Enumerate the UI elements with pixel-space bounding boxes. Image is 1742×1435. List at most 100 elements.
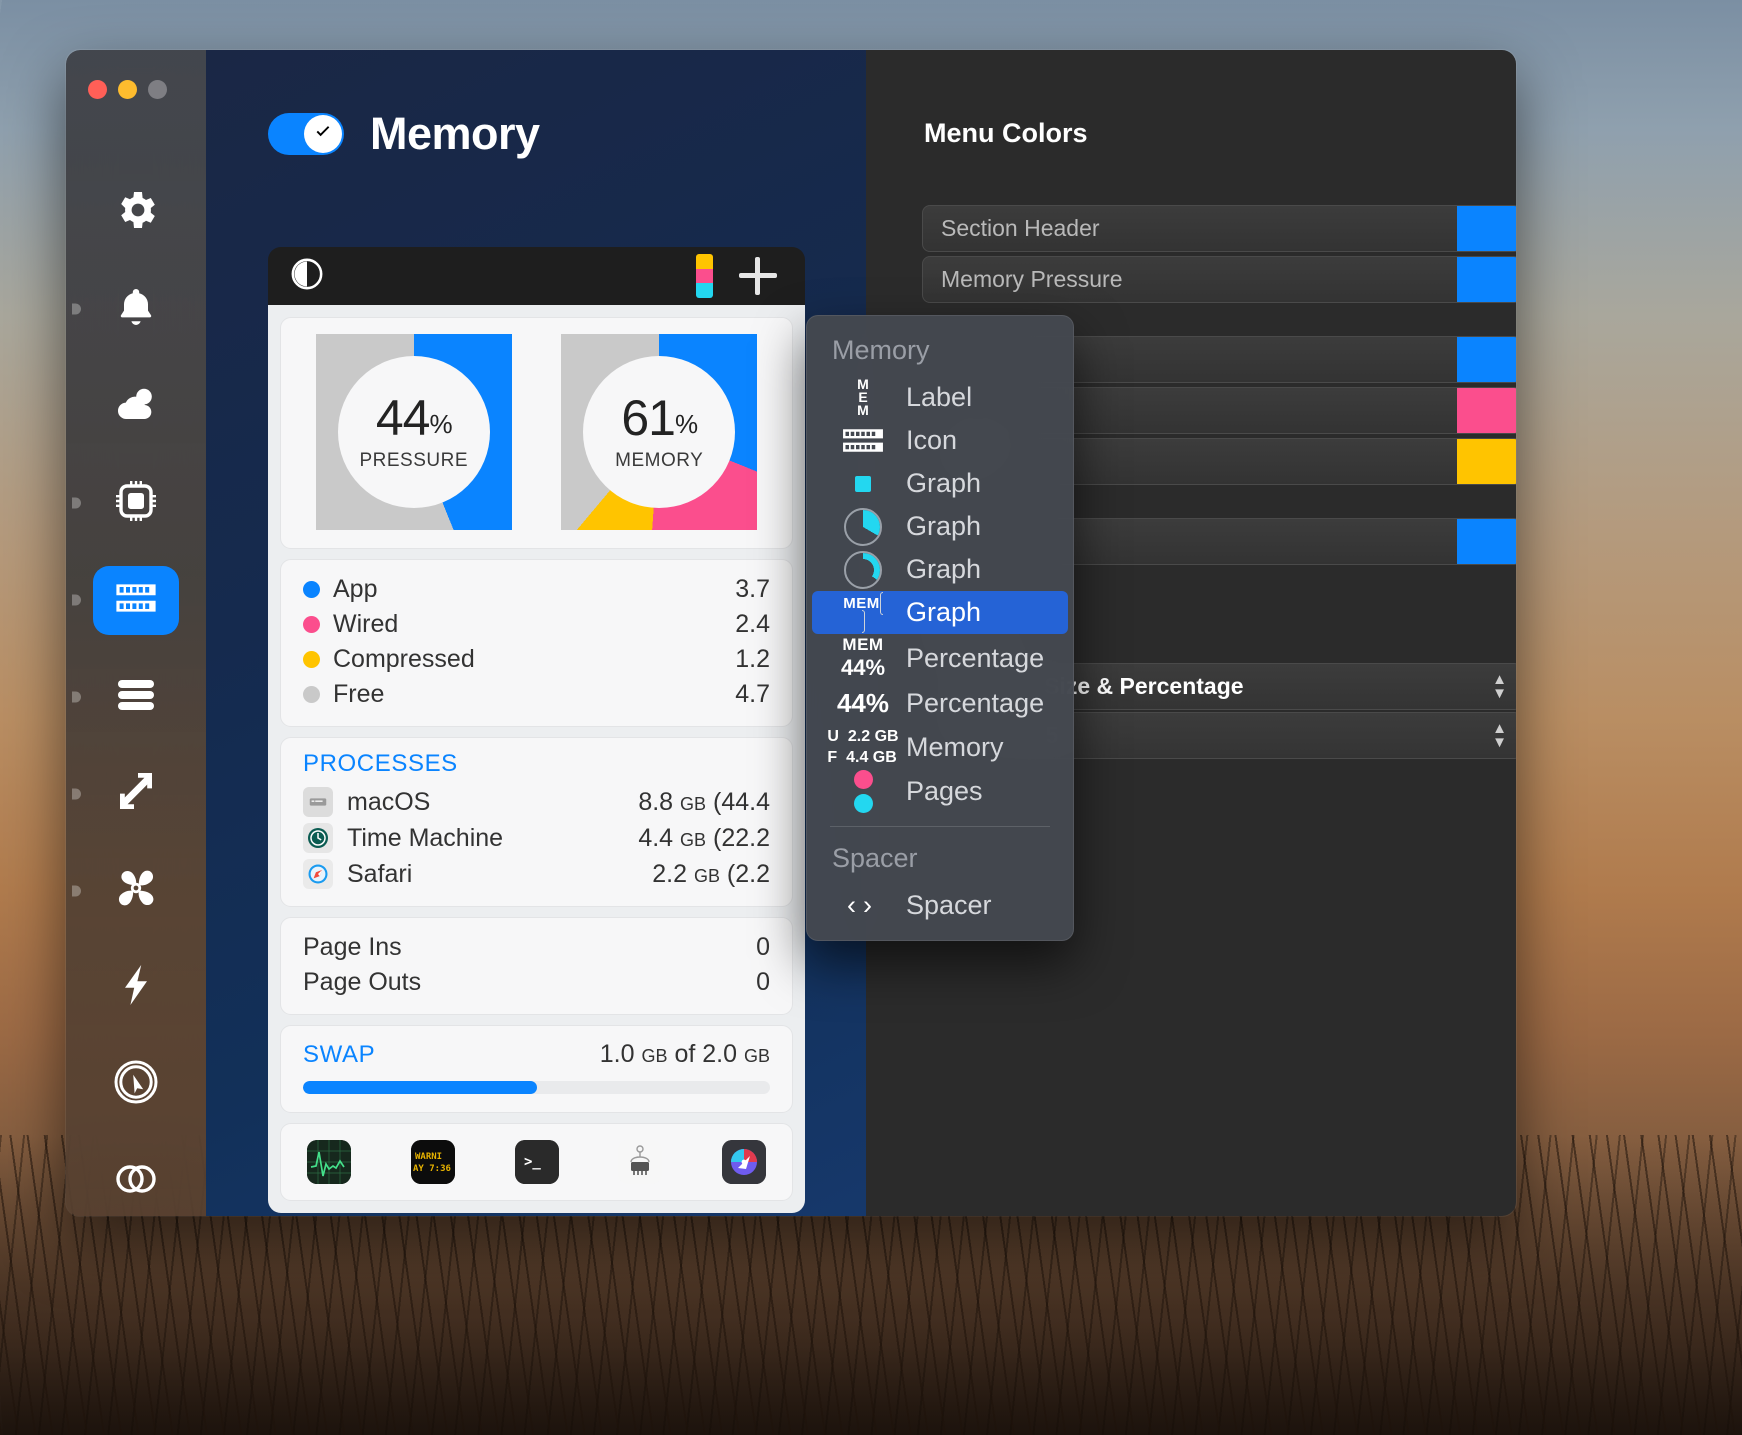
- gauge-center: 61% MEMORY: [583, 356, 736, 508]
- legend-label: Compressed: [333, 645, 475, 673]
- legend-value: 2.4: [735, 610, 770, 638]
- minimize-button[interactable]: [118, 80, 137, 99]
- activity-monitor-icon[interactable]: [307, 1140, 351, 1184]
- cpu-chip-icon: [112, 477, 160, 530]
- sidebar-item-network[interactable]: [72, 759, 179, 828]
- menu-item-graph-pie[interactable]: Graph: [806, 505, 1074, 548]
- legend-label: Wired: [333, 610, 399, 638]
- swap-progress-bar: [303, 1081, 770, 1094]
- sidebar-item-disk[interactable]: [72, 663, 179, 732]
- sidebar-item-fans[interactable]: [72, 856, 179, 925]
- color-strip-preview[interactable]: [696, 254, 713, 298]
- safari-icon: [303, 859, 333, 889]
- sidebar-item-memory[interactable]: [72, 565, 179, 635]
- widget-body: 44% PRESSURE 61% MEMORY App 3.7 Wired 2.…: [268, 305, 805, 1213]
- sidebar-item-settings[interactable]: [93, 178, 179, 247]
- legend-color-dot: [303, 651, 320, 668]
- menu-divider: [830, 826, 1050, 827]
- menu-section-memory: Memory: [832, 335, 930, 365]
- warning-clock-icon[interactable]: WARNI AY 7:36: [410, 1140, 455, 1184]
- process-name: Time Machine: [347, 823, 504, 852]
- sidebar-indicator-dot: [72, 885, 81, 897]
- table-row: Safari 2.2 GB (2.2: [303, 856, 770, 892]
- color-swatch[interactable]: [1457, 337, 1516, 382]
- sidebar-item-combined[interactable]: [93, 1147, 179, 1216]
- menu-item-pages[interactable]: Pages: [806, 769, 1074, 814]
- sidebar-item-notifications[interactable]: [72, 275, 179, 344]
- memory-module-toggle[interactable]: [268, 113, 344, 155]
- menu-section-spacer: Spacer: [832, 843, 918, 873]
- memory-value: 61%: [621, 389, 698, 446]
- color-swatch[interactable]: [1457, 439, 1516, 484]
- process-value: 2.2 GB (2.2: [652, 859, 770, 888]
- ring-chart-icon: [820, 550, 906, 589]
- page-outs-value: 0: [756, 968, 770, 996]
- table-row: Time Machine 4.4 GB (22.2: [303, 820, 770, 856]
- menu-item-percentage-labeled[interactable]: MEM 44% Percentage: [806, 634, 1074, 682]
- menu-item-memory[interactable]: U 2.2 GB F 4.4 GB Memory: [806, 725, 1074, 769]
- color-swatch[interactable]: [1457, 388, 1516, 433]
- sidebar-item-weather[interactable]: [93, 372, 179, 441]
- toggle-knob: [304, 115, 342, 153]
- legend-color-dot: [303, 616, 320, 633]
- add-widget-button[interactable]: [739, 257, 777, 295]
- sidebar-item-battery[interactable]: [93, 953, 179, 1022]
- memory-label: MEMORY: [615, 449, 704, 471]
- pressure-label: PRESSURE: [359, 449, 469, 471]
- app-window: Memory 44% PRESSURE 61% MEMORY App 3.7 W…: [66, 50, 1516, 1216]
- page-outs-label: Page Outs: [303, 968, 422, 996]
- menu-item-graph-ring[interactable]: Graph: [806, 548, 1074, 591]
- page-title: Memory: [370, 108, 540, 159]
- swap-title: SWAP: [303, 1041, 376, 1068]
- color-row-memory-pressure[interactable]: Memory Pressure: [922, 256, 1516, 303]
- color-swatch[interactable]: [1457, 257, 1516, 302]
- sidebar-indicator-dot: [72, 497, 81, 509]
- left-pane: Memory 44% PRESSURE 61% MEMORY App 3.7 W…: [206, 50, 866, 1216]
- disk-utility-icon[interactable]: [722, 1140, 766, 1184]
- mem-44-percent-icon: MEM 44%: [840, 635, 886, 680]
- terminal-icon[interactable]: >_: [514, 1140, 559, 1184]
- menu-item-spacer[interactable]: ‹› Spacer: [806, 884, 1074, 927]
- sidebar-item-clock[interactable]: [93, 1050, 179, 1119]
- mem-vertical-label-icon: MEM: [857, 376, 869, 418]
- sidebar: [66, 50, 206, 1216]
- sidebar-item-cpu[interactable]: [72, 469, 179, 538]
- menu-item-label[interactable]: MEM Label: [806, 376, 1074, 419]
- color-row-section-header[interactable]: Section Header: [922, 205, 1516, 252]
- bolt-icon: [112, 961, 160, 1014]
- time-machine-icon: [303, 823, 333, 853]
- menu-item-graph-bar[interactable]: Graph: [806, 462, 1074, 505]
- zoom-button[interactable]: [148, 80, 167, 99]
- fan-icon: [112, 864, 160, 917]
- chevron-updown-icon: ▲ ▼: [1492, 671, 1507, 702]
- page-ins-value: 0: [756, 933, 770, 961]
- process-value: 4.4 GB (22.2: [638, 823, 770, 852]
- half-circle-contrast-icon[interactable]: [290, 257, 324, 296]
- process-value: 8.8 GB (44.4: [638, 787, 770, 816]
- table-row: macOS 8.8 GB (44.4: [303, 784, 770, 820]
- bar-square-icon: [820, 475, 906, 492]
- swap-card: SWAP 1.0 GB of 2.0 GB: [280, 1025, 793, 1113]
- svg-text:>_: >_: [524, 1154, 541, 1170]
- menu-item-graph-bar-chip[interactable]: MEM Graph: [812, 591, 1068, 634]
- close-button[interactable]: [88, 80, 107, 99]
- menu-item-icon[interactable]: Icon: [806, 419, 1074, 462]
- widget-toolbar-right: [696, 254, 777, 298]
- memory-gauge: 61% MEMORY: [561, 334, 758, 530]
- color-swatch[interactable]: [1457, 206, 1516, 251]
- menu-item-percentage[interactable]: 44% Percentage: [806, 682, 1074, 725]
- color-swatch[interactable]: [1457, 519, 1516, 564]
- processes-card: PROCESSES macOS 8.8 GB (44.4 Time Machin…: [280, 737, 793, 907]
- network-arrows-icon: [112, 767, 160, 820]
- chip-probe-icon[interactable]: [618, 1140, 663, 1184]
- mem-bar-chip-icon: MEM: [820, 591, 906, 633]
- processes-title: PROCESSES: [303, 750, 458, 777]
- pages-card: Page Ins 0 Page Outs 0: [280, 917, 793, 1015]
- swap-header: SWAP 1.0 GB of 2.0 GB: [303, 1040, 770, 1069]
- chevrons-left-right-icon: ‹›: [847, 890, 879, 920]
- pressure-gauge: 44% PRESSURE: [315, 334, 512, 530]
- app-icons-card: WARNI AY 7:36 >_: [280, 1123, 793, 1201]
- svg-text:AY 7:36: AY 7:36: [413, 1164, 451, 1174]
- linked-circles-icon: [112, 1155, 160, 1208]
- process-name: macOS: [347, 787, 431, 816]
